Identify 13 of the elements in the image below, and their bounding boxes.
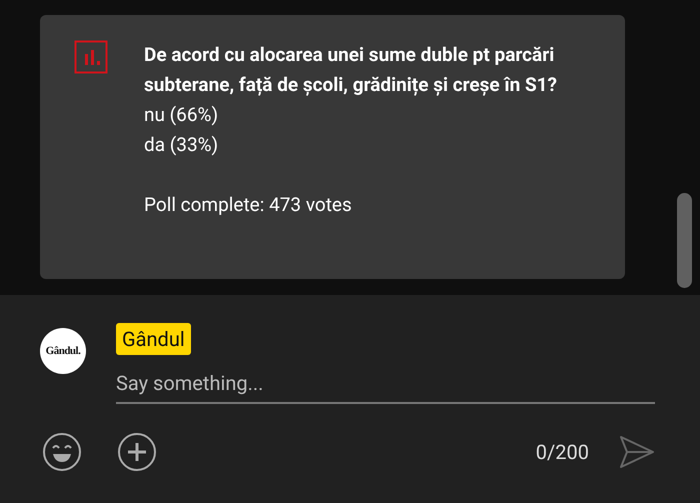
message-input[interactable]: Say something...	[116, 367, 655, 404]
send-icon[interactable]	[619, 435, 655, 469]
poll-icon	[74, 40, 108, 74]
scrollbar-thumb[interactable]	[677, 193, 692, 288]
avatar: Gândul.	[40, 328, 86, 374]
poll-question: De acord cu alocarea unei sume duble pt parcări subterane, față de școli, grădinițe și creșe în S1?	[144, 42, 558, 98]
poll-option: nu (66%)	[144, 100, 604, 130]
author-badge: Gândul	[116, 323, 191, 355]
add-icon[interactable]	[117, 432, 157, 472]
emoji-icon[interactable]	[42, 432, 82, 472]
poll-option: da (33%)	[144, 130, 604, 160]
poll-status: Poll complete: 473 votes	[144, 192, 353, 218]
character-counter: 0/200	[536, 440, 589, 464]
